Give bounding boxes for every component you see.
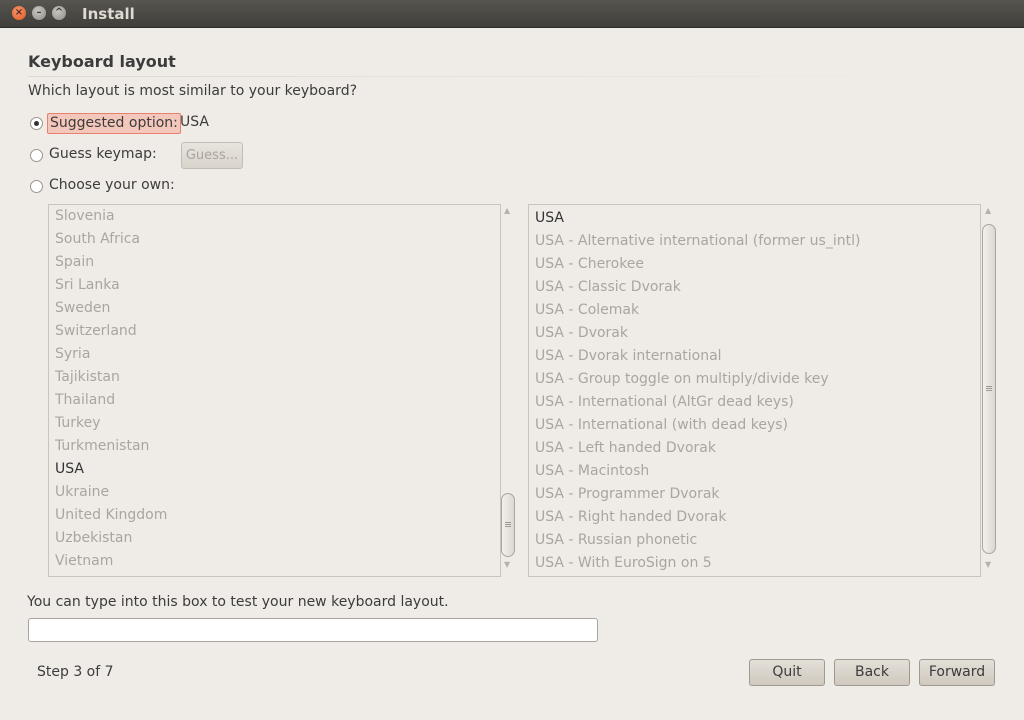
test-box-label: You can type into this box to test your … bbox=[27, 594, 449, 610]
variant-list-item[interactable]: USA - Russian phonetic bbox=[529, 529, 980, 552]
title-bar: × – ^ Install bbox=[0, 0, 1024, 28]
variant-list-item[interactable]: USA - International (AltGr dead keys) bbox=[529, 391, 980, 414]
variant-list-item[interactable]: USA bbox=[529, 207, 980, 230]
scroll-down-icon[interactable]: ▼ bbox=[504, 560, 510, 569]
suggested-option-label[interactable]: Suggested option: bbox=[47, 113, 181, 134]
country-list-item[interactable]: Sweden bbox=[49, 297, 500, 320]
suggested-option-radio[interactable] bbox=[30, 117, 43, 130]
choose-own-radio[interactable] bbox=[30, 180, 43, 193]
variant-list-item[interactable]: USA - Alternative international (former … bbox=[529, 230, 980, 253]
forward-button[interactable]: Forward bbox=[919, 659, 995, 686]
suggested-option-value: USA bbox=[180, 114, 209, 130]
scroll-up-icon[interactable]: ▲ bbox=[504, 206, 510, 215]
country-list-item[interactable]: Spain bbox=[49, 251, 500, 274]
country-scroll-thumb[interactable] bbox=[501, 493, 515, 557]
variant-list[interactable]: USA USA - Alternative international (form… bbox=[528, 204, 981, 577]
country-list[interactable]: Slovenia South Africa Spain Sri Lanka Sweden… bbox=[48, 204, 501, 577]
variant-list-item[interactable]: USA - Colemak bbox=[529, 299, 980, 322]
variant-list-item[interactable]: USA - Dvorak bbox=[529, 322, 980, 345]
installer-window: × – ^ Install Keyboard layout Which layo… bbox=[0, 0, 1024, 720]
country-list-scrollbar[interactable]: ▲ ▼ bbox=[500, 206, 517, 574]
guess-keymap-label[interactable]: Guess keymap: bbox=[49, 146, 157, 162]
scroll-down-icon[interactable]: ▼ bbox=[985, 560, 991, 569]
country-list-item[interactable]: Vietnam bbox=[49, 550, 500, 573]
maximize-window-icon[interactable]: ^ bbox=[52, 6, 66, 20]
minimize-window-icon[interactable]: – bbox=[32, 6, 46, 20]
guess-button[interactable]: Guess... bbox=[181, 142, 243, 169]
back-button[interactable]: Back bbox=[834, 659, 910, 686]
page-question: Which layout is most similar to your key… bbox=[28, 83, 358, 99]
country-list-item[interactable]: Switzerland bbox=[49, 320, 500, 343]
window-title: Install bbox=[82, 5, 135, 23]
guess-keymap-radio[interactable] bbox=[30, 149, 43, 162]
variant-list-item[interactable]: USA - Cherokee bbox=[529, 253, 980, 276]
variant-scroll-thumb[interactable] bbox=[982, 224, 996, 554]
variant-list-item[interactable]: USA - Right handed Dvorak bbox=[529, 506, 980, 529]
country-list-item[interactable]: Turkmenistan bbox=[49, 435, 500, 458]
country-list-item[interactable]: Uzbekistan bbox=[49, 527, 500, 550]
scroll-up-icon[interactable]: ▲ bbox=[985, 206, 991, 215]
variant-list-item[interactable]: USA - Programmer Dvorak bbox=[529, 483, 980, 506]
country-list-item[interactable]: Turkey bbox=[49, 412, 500, 435]
country-list-item[interactable]: Slovenia bbox=[49, 205, 500, 228]
country-list-item[interactable]: South Africa bbox=[49, 228, 500, 251]
close-window-icon[interactable]: × bbox=[12, 6, 26, 20]
variant-list-item[interactable]: USA - Classic Dvorak bbox=[529, 276, 980, 299]
page-heading: Keyboard layout bbox=[28, 52, 176, 71]
country-list-item[interactable]: United Kingdom bbox=[49, 504, 500, 527]
variant-list-item[interactable]: USA - Dvorak international bbox=[529, 345, 980, 368]
country-list-item[interactable]: Thailand bbox=[49, 389, 500, 412]
quit-button[interactable]: Quit bbox=[749, 659, 825, 686]
country-list-item[interactable]: Syria bbox=[49, 343, 500, 366]
variant-list-item[interactable]: USA - International (with dead keys) bbox=[529, 414, 980, 437]
variant-list-item[interactable]: USA - Macintosh bbox=[529, 460, 980, 483]
variant-list-item[interactable]: USA - With EuroSign on 5 bbox=[529, 552, 980, 575]
choose-own-label[interactable]: Choose your own: bbox=[49, 177, 175, 193]
variant-list-scrollbar[interactable]: ▲ ▼ bbox=[981, 206, 998, 574]
variant-list-item[interactable]: USA - Group toggle on multiply/divide ke… bbox=[529, 368, 980, 391]
country-list-item[interactable]: Tajikistan bbox=[49, 366, 500, 389]
country-list-item[interactable]: Sri Lanka bbox=[49, 274, 500, 297]
country-list-item[interactable]: USA bbox=[49, 458, 500, 481]
step-indicator: Step 3 of 7 bbox=[37, 664, 114, 680]
country-list-item[interactable]: Ukraine bbox=[49, 481, 500, 504]
variant-list-item[interactable]: USA - Left handed Dvorak bbox=[529, 437, 980, 460]
keyboard-test-input[interactable] bbox=[28, 618, 598, 642]
heading-divider bbox=[28, 76, 973, 77]
